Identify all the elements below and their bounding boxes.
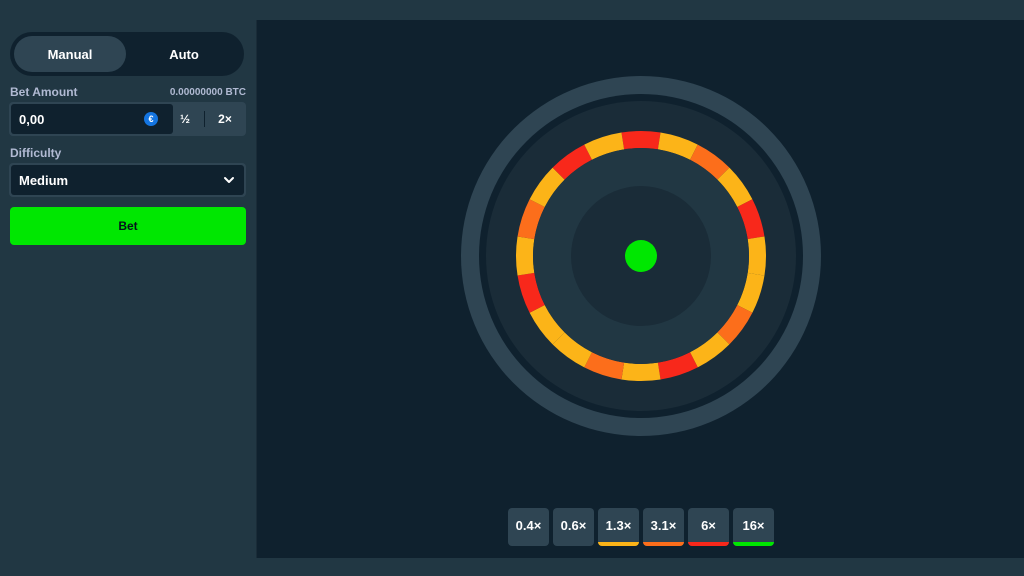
multiplier-color-bar [688, 542, 729, 546]
multiplier-label: 0.6× [560, 517, 587, 533]
sidebar: Manual Auto Bet Amount 0.00000000 BTC € … [0, 20, 256, 558]
bet-divider [204, 111, 205, 127]
bet-input-wrap: € [11, 104, 173, 134]
difficulty-select[interactable]: Medium [9, 163, 246, 197]
wheel-segment [516, 236, 535, 276]
double-bet-button[interactable]: 2× [207, 104, 243, 134]
multiplier-chip: 1.3× [598, 508, 639, 546]
multiplier-row: 0.4× 0.6× 1.3× 3.1× 6× 16× [508, 508, 774, 546]
wheel-segment [747, 236, 766, 276]
multiplier-chip: 0.4× [508, 508, 549, 546]
bet-button[interactable]: Bet [10, 207, 246, 245]
bet-amount-label-row: Bet Amount 0.00000000 BTC [10, 84, 246, 100]
wheel-segment [621, 131, 661, 150]
multiplier-label: 1.3× [605, 517, 632, 533]
chevron-down-icon [224, 177, 234, 183]
balance-readout: 0.00000000 BTC [169, 86, 246, 98]
bet-amount-label: Bet Amount [10, 85, 78, 99]
manual-mode-button[interactable]: Manual [14, 36, 126, 72]
multiplier-label: 3.1× [650, 517, 677, 533]
top-bar [0, 0, 1024, 20]
bet-amount-group: € ½ 2× [9, 102, 246, 136]
multiplier-chip: 6× [688, 508, 729, 546]
multiplier-label: 0.4× [515, 517, 542, 533]
multiplier-color-bar [643, 542, 684, 546]
half-bet-button[interactable]: ½ [167, 104, 203, 134]
bottom-bar [0, 558, 1024, 576]
difficulty-label: Difficulty [10, 146, 62, 160]
bet-amount-input[interactable] [11, 104, 141, 134]
multiplier-chip: 16× [733, 508, 774, 546]
wheel [461, 76, 821, 436]
multiplier-chip: 3.1× [643, 508, 684, 546]
multiplier-label: 16× [742, 517, 765, 533]
game-area: 0.4× 0.6× 1.3× 3.1× 6× 16× [257, 20, 1024, 558]
wheel-segment [621, 362, 661, 381]
difficulty-label-row: Difficulty [10, 145, 246, 161]
difficulty-select-inner[interactable]: Medium [11, 165, 244, 195]
multiplier-color-bar [733, 542, 774, 546]
wheel-pointer [625, 240, 657, 272]
coin-icon: € [144, 112, 158, 126]
difficulty-value: Medium [19, 172, 69, 188]
auto-mode-button[interactable]: Auto [128, 36, 240, 72]
multiplier-color-bar [598, 542, 639, 546]
mode-toggle: Manual Auto [10, 32, 244, 76]
multiplier-label: 6× [701, 517, 716, 533]
multiplier-chip: 0.6× [553, 508, 594, 546]
